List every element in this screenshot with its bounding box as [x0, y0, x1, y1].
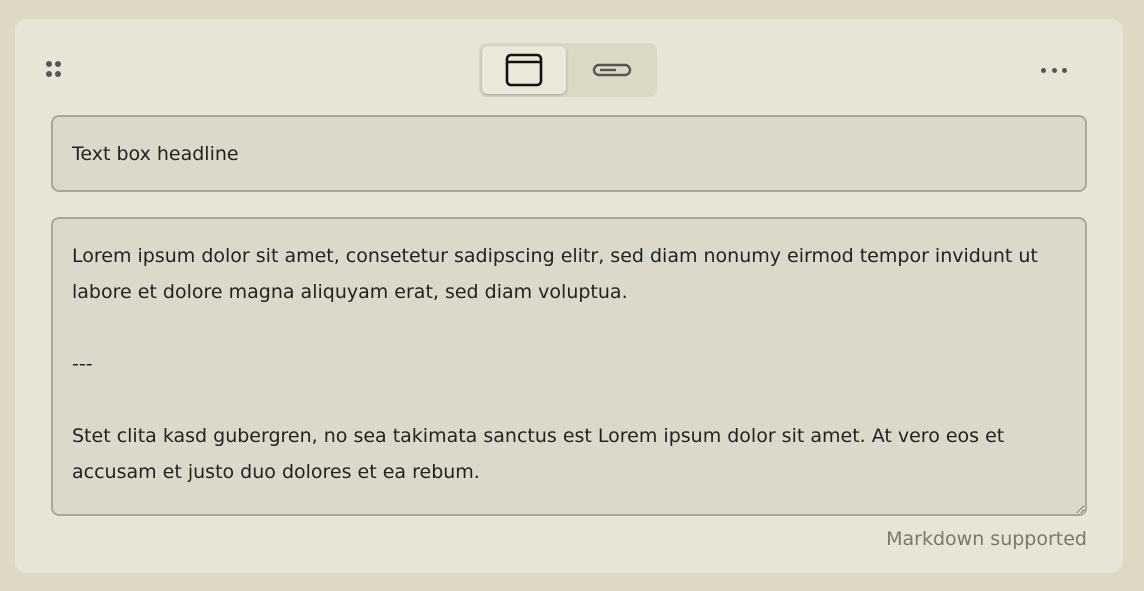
- window-layout-icon: [505, 53, 543, 87]
- more-horizontal-icon: [1041, 67, 1046, 73]
- body-textarea[interactable]: Lorem ipsum dolor sit amet, consetetur s…: [51, 217, 1087, 516]
- layout-toggle: [479, 43, 657, 97]
- headline-input[interactable]: [51, 115, 1087, 192]
- more-options-button[interactable]: [1037, 58, 1071, 82]
- drag-handle-icon[interactable]: [46, 61, 62, 79]
- bar-layout-icon: [592, 63, 632, 77]
- layout-option-window[interactable]: [482, 46, 566, 94]
- layout-option-bar[interactable]: [570, 46, 654, 94]
- markdown-hint: Markdown supported: [886, 528, 1087, 550]
